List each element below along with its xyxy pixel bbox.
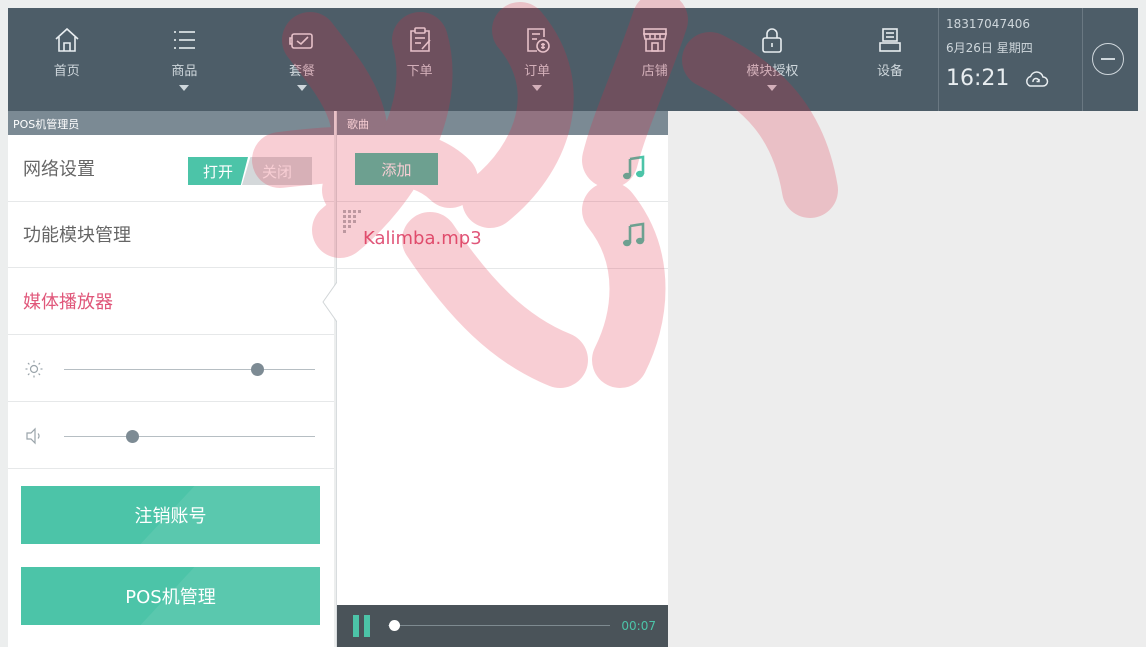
current-time: 16:21 <box>946 66 1010 91</box>
music-note-icon <box>622 222 646 248</box>
nav-store[interactable]: 店铺 <box>596 8 714 111</box>
module-management-label: 功能模块管理 <box>23 225 131 247</box>
volume-slider-handle[interactable] <box>125 429 139 443</box>
nav-module-auth-label: 模块授权 <box>746 64 799 79</box>
lock-icon <box>756 24 788 56</box>
printer-icon <box>874 24 906 56</box>
brightness-slider[interactable] <box>64 362 315 376</box>
logout-account-button[interactable]: 注销账号 <box>21 486 320 544</box>
list-icon <box>168 24 200 56</box>
package-icon <box>286 24 318 56</box>
menu-network-settings[interactable]: 网络设置 打开 关闭 <box>8 135 334 202</box>
clock-row: 16:21 <box>946 66 1082 91</box>
nav-home[interactable]: 首页 <box>8 8 126 111</box>
network-toggle[interactable]: 打开 关闭 <box>188 157 313 185</box>
media-player-label: 媒体播放器 <box>23 291 113 313</box>
nav-place-order-label: 下单 <box>406 64 433 79</box>
song-panel: 歌曲 添加 Kalimba.mp3 00:07 <box>336 111 668 647</box>
add-song-button[interactable]: 添加 <box>355 153 438 185</box>
playback-progress-handle[interactable] <box>388 620 400 631</box>
settings-panel: POS机管理员 网络设置 打开 关闭 功能模块管理 媒体播放器 注销账号 POS… <box>8 111 334 647</box>
current-date: 6月26日 星期四 <box>946 41 1033 55</box>
pos-manage-button[interactable]: POS机管理 <box>21 567 320 625</box>
settings-panel-header: POS机管理员 <box>8 111 334 135</box>
nav-package-label: 套餐 <box>288 64 315 79</box>
logout-account-label: 注销账号 <box>134 506 207 527</box>
pause-icon[interactable] <box>353 615 370 637</box>
cloud-sync-icon[interactable] <box>1023 69 1049 89</box>
panel-pointer-arrow <box>321 281 338 323</box>
order-form-icon <box>404 24 436 56</box>
media-player-bar: 00:07 <box>337 605 668 647</box>
chevron-down-icon <box>767 85 778 91</box>
nav-home-label: 首页 <box>53 64 80 79</box>
nav-package[interactable]: 套餐 <box>243 8 361 111</box>
nav-products-label: 商品 <box>171 64 198 79</box>
nav-products[interactable]: 商品 <box>126 8 244 111</box>
minus-circle-button[interactable] <box>1092 43 1124 75</box>
top-nav-bar: 首页 商品 套餐 下单 订单 店铺 模块授权 设备 18317047406 6月… <box>8 8 1138 111</box>
brightness-row <box>8 335 334 402</box>
add-song-row: 添加 <box>337 135 668 202</box>
pos-manage-label: POS机管理 <box>125 587 216 608</box>
speaker-icon <box>24 426 44 446</box>
home-icon <box>51 24 83 56</box>
song-name: Kalimba.mp3 <box>363 228 482 249</box>
nav-device[interactable]: 设备 <box>831 8 949 111</box>
chevron-down-icon <box>296 85 307 91</box>
menu-module-management[interactable]: 功能模块管理 <box>8 202 334 268</box>
menu-media-player[interactable]: 媒体播放器 <box>8 268 334 335</box>
nav-device-label: 设备 <box>876 64 903 79</box>
playback-time: 00:07 <box>621 619 656 633</box>
song-panel-header: 歌曲 <box>337 111 668 135</box>
toggle-on-option[interactable]: 打开 <box>188 157 248 185</box>
status-panel: 18317047406 6月26日 星期四 16:21 <box>938 8 1083 111</box>
volume-row <box>8 402 334 469</box>
network-settings-label: 网络设置 <box>23 158 95 180</box>
music-note-icon <box>622 155 646 181</box>
content-area <box>668 111 1146 647</box>
chevron-down-icon <box>179 85 190 91</box>
nav-module-auth[interactable]: 模块授权 <box>714 8 832 111</box>
playback-progress-track[interactable] <box>388 625 610 626</box>
nav-orders[interactable]: 订单 <box>478 8 596 111</box>
nav-store-label: 店铺 <box>641 64 668 79</box>
bill-icon <box>521 24 553 56</box>
brightness-slider-handle[interactable] <box>251 362 265 376</box>
toggle-off-option[interactable]: 关闭 <box>242 157 312 185</box>
nav-orders-label: 订单 <box>524 64 551 79</box>
brightness-icon <box>24 359 44 379</box>
nav-place-order[interactable]: 下单 <box>361 8 479 111</box>
chevron-down-icon <box>532 85 543 91</box>
song-list-item[interactable]: Kalimba.mp3 <box>337 202 668 269</box>
volume-slider[interactable] <box>64 429 315 443</box>
playing-equalizer-icon <box>343 208 365 238</box>
account-phone: 18317047406 <box>946 17 1030 31</box>
store-icon <box>639 24 671 56</box>
